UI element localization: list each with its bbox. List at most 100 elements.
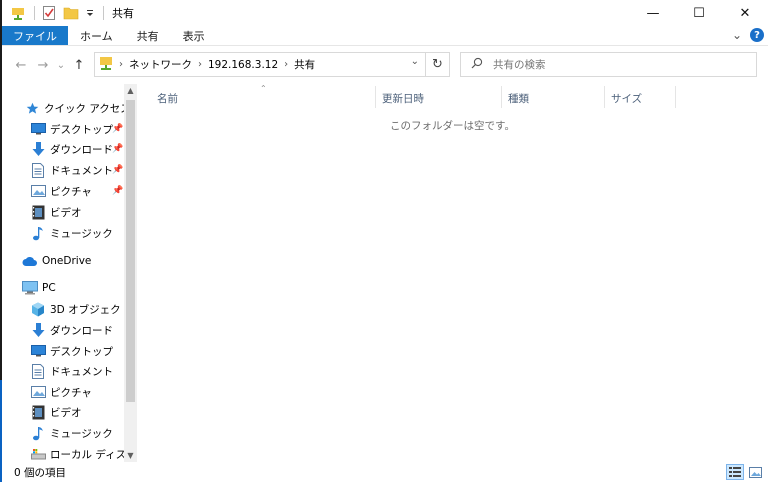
nav-item-label: ピクチャ — [50, 386, 92, 399]
nav-item-local-disk[interactable]: ローカル ディスク (C — [30, 444, 137, 462]
new-folder-icon[interactable] — [63, 5, 79, 21]
empty-folder-message: このフォルダーは空です。 — [390, 120, 515, 132]
column-header-name[interactable]: 名前 — [157, 88, 178, 108]
nav-item-label: クイック アクセス — [44, 102, 131, 115]
document-icon — [30, 162, 46, 178]
nav-item-label: ビデオ — [50, 406, 82, 419]
star-icon — [24, 100, 40, 116]
nav-item-documents-pc[interactable]: ドキュメント — [30, 361, 113, 381]
properties-check-icon[interactable] — [41, 5, 57, 21]
nav-item-label: ドキュメント — [50, 365, 113, 378]
column-divider[interactable] — [501, 86, 502, 108]
download-arrow-icon — [30, 141, 46, 157]
column-header-type[interactable]: 種類 — [508, 88, 529, 108]
nav-item-label: ミュージック — [50, 427, 113, 440]
sort-up-icon: ⌃ — [260, 84, 267, 93]
pin-icon[interactable]: 📌 — [112, 186, 123, 196]
nav-item-music-pc[interactable]: ミュージック — [30, 423, 113, 443]
column-header-size[interactable]: サイズ — [611, 88, 642, 108]
customize-toolbar-icon[interactable] — [85, 5, 95, 21]
recent-locations-button[interactable]: ⌄ — [54, 53, 68, 77]
column-divider[interactable] — [675, 86, 676, 108]
back-button[interactable]: ← — [10, 53, 32, 77]
nav-item-label: ドキュメント — [50, 164, 113, 177]
window-title: 共有 — [112, 7, 134, 20]
breadcrumb-separator: › — [284, 59, 289, 70]
nav-item-desktop[interactable]: デスクトップ — [30, 119, 113, 139]
nav-item-label: ダウンロード — [50, 324, 113, 337]
maximize-button[interactable]: ☐ — [676, 0, 722, 26]
pin-icon[interactable]: 📌 — [112, 165, 123, 175]
nav-item-label: OneDrive — [42, 255, 92, 267]
nav-item-pictures-pc[interactable]: ピクチャ — [30, 382, 92, 402]
desktop-icon — [30, 343, 46, 359]
address-bar[interactable]: › ネットワーク › 192.168.3.12 › 共有 ⌄ ↻ — [94, 52, 450, 77]
nav-item-desktop-pc[interactable]: デスクトップ — [30, 341, 113, 361]
nav-item-pictures[interactable]: ピクチャ — [30, 181, 92, 201]
ribbon-tabs: ファイル ホーム 共有 表示 ⌄ ? — [2, 26, 768, 46]
help-icon[interactable]: ? — [750, 28, 764, 42]
ribbon-right-controls: ⌄ ? — [732, 28, 764, 42]
nav-item-label: デスクトップ — [50, 123, 113, 136]
file-list: ⌃ 名前 更新日時 種類 サイズ このフォルダーは空です。 — [137, 84, 768, 462]
nav-item-label: 3D オブジェクト — [50, 303, 132, 316]
address-history-dropdown[interactable]: ⌄ — [411, 56, 419, 67]
breadcrumb-share[interactable]: 共有 — [294, 57, 315, 72]
details-view-icon[interactable] — [726, 464, 744, 480]
window-controls: — ☐ ✕ — [630, 0, 768, 26]
nav-pane-scrollbar[interactable]: ▲ ▼ — [124, 84, 137, 462]
nav-pc[interactable]: PC — [22, 278, 56, 298]
tab-file[interactable]: ファイル — [2, 26, 68, 45]
document-icon — [30, 363, 46, 379]
download-arrow-icon — [30, 322, 46, 338]
nav-item-label: デスクトップ — [50, 345, 113, 358]
nav-item-videos-pc[interactable]: ビデオ — [30, 402, 82, 422]
up-button[interactable]: ↑ — [68, 53, 90, 77]
nav-onedrive[interactable]: OneDrive — [22, 251, 91, 271]
breadcrumb-separator: › — [198, 59, 202, 70]
folder-properties-icon[interactable] — [10, 5, 26, 21]
picture-icon — [30, 183, 46, 199]
scroll-down-arrow-icon[interactable]: ▼ — [124, 451, 137, 460]
video-icon — [30, 204, 46, 220]
column-divider[interactable] — [604, 86, 605, 108]
nav-item-documents[interactable]: ドキュメント — [30, 160, 113, 180]
status-bar: 0 個の項目 — [2, 462, 768, 482]
refresh-button[interactable]: ↻ — [425, 53, 449, 76]
nav-item-label: ビデオ — [50, 206, 82, 219]
search-input[interactable] — [493, 58, 733, 71]
drive-icon — [30, 446, 46, 462]
tab-home[interactable]: ホーム — [68, 26, 125, 45]
breadcrumb-host[interactable]: 192.168.3.12 — [208, 59, 278, 71]
tab-share[interactable]: 共有 — [125, 26, 171, 45]
nav-quick-access[interactable]: クイック アクセス — [24, 98, 131, 118]
tab-view[interactable]: 表示 — [171, 26, 217, 45]
breadcrumb-separator: › — [119, 59, 123, 70]
toolbar-separator — [34, 6, 35, 20]
expand-ribbon-button[interactable]: ⌄ — [732, 28, 742, 42]
video-icon — [30, 404, 46, 420]
pin-icon[interactable]: 📌 — [112, 144, 123, 154]
nav-item-downloads[interactable]: ダウンロード — [30, 139, 113, 159]
breadcrumb-network[interactable]: ネットワーク — [129, 57, 192, 72]
column-divider[interactable] — [375, 86, 376, 108]
picture-icon — [30, 384, 46, 400]
close-button[interactable]: ✕ — [722, 0, 768, 26]
nav-item-music[interactable]: ミュージック — [30, 223, 113, 243]
desktop-icon — [30, 121, 46, 137]
title-bar: 共有 — ☐ ✕ — [2, 0, 768, 26]
nav-item-label: ダウンロード — [50, 143, 113, 156]
scrollbar-thumb[interactable] — [126, 100, 135, 402]
minimize-button[interactable]: — — [630, 0, 676, 26]
search-box[interactable] — [460, 52, 757, 77]
pin-icon[interactable]: 📌 — [112, 124, 123, 134]
scroll-up-arrow-icon[interactable]: ▲ — [124, 86, 137, 95]
nav-item-label: PC — [42, 282, 56, 294]
nav-item-3d-objects[interactable]: 3D オブジェクト — [30, 299, 131, 319]
forward-button[interactable]: → — [32, 53, 54, 77]
column-header-modified[interactable]: 更新日時 — [382, 88, 424, 108]
nav-item-videos[interactable]: ビデオ — [30, 202, 82, 222]
nav-item-downloads-pc[interactable]: ダウンロード — [30, 320, 113, 340]
cloud-icon — [22, 253, 38, 269]
large-icons-view-icon[interactable] — [746, 464, 764, 480]
